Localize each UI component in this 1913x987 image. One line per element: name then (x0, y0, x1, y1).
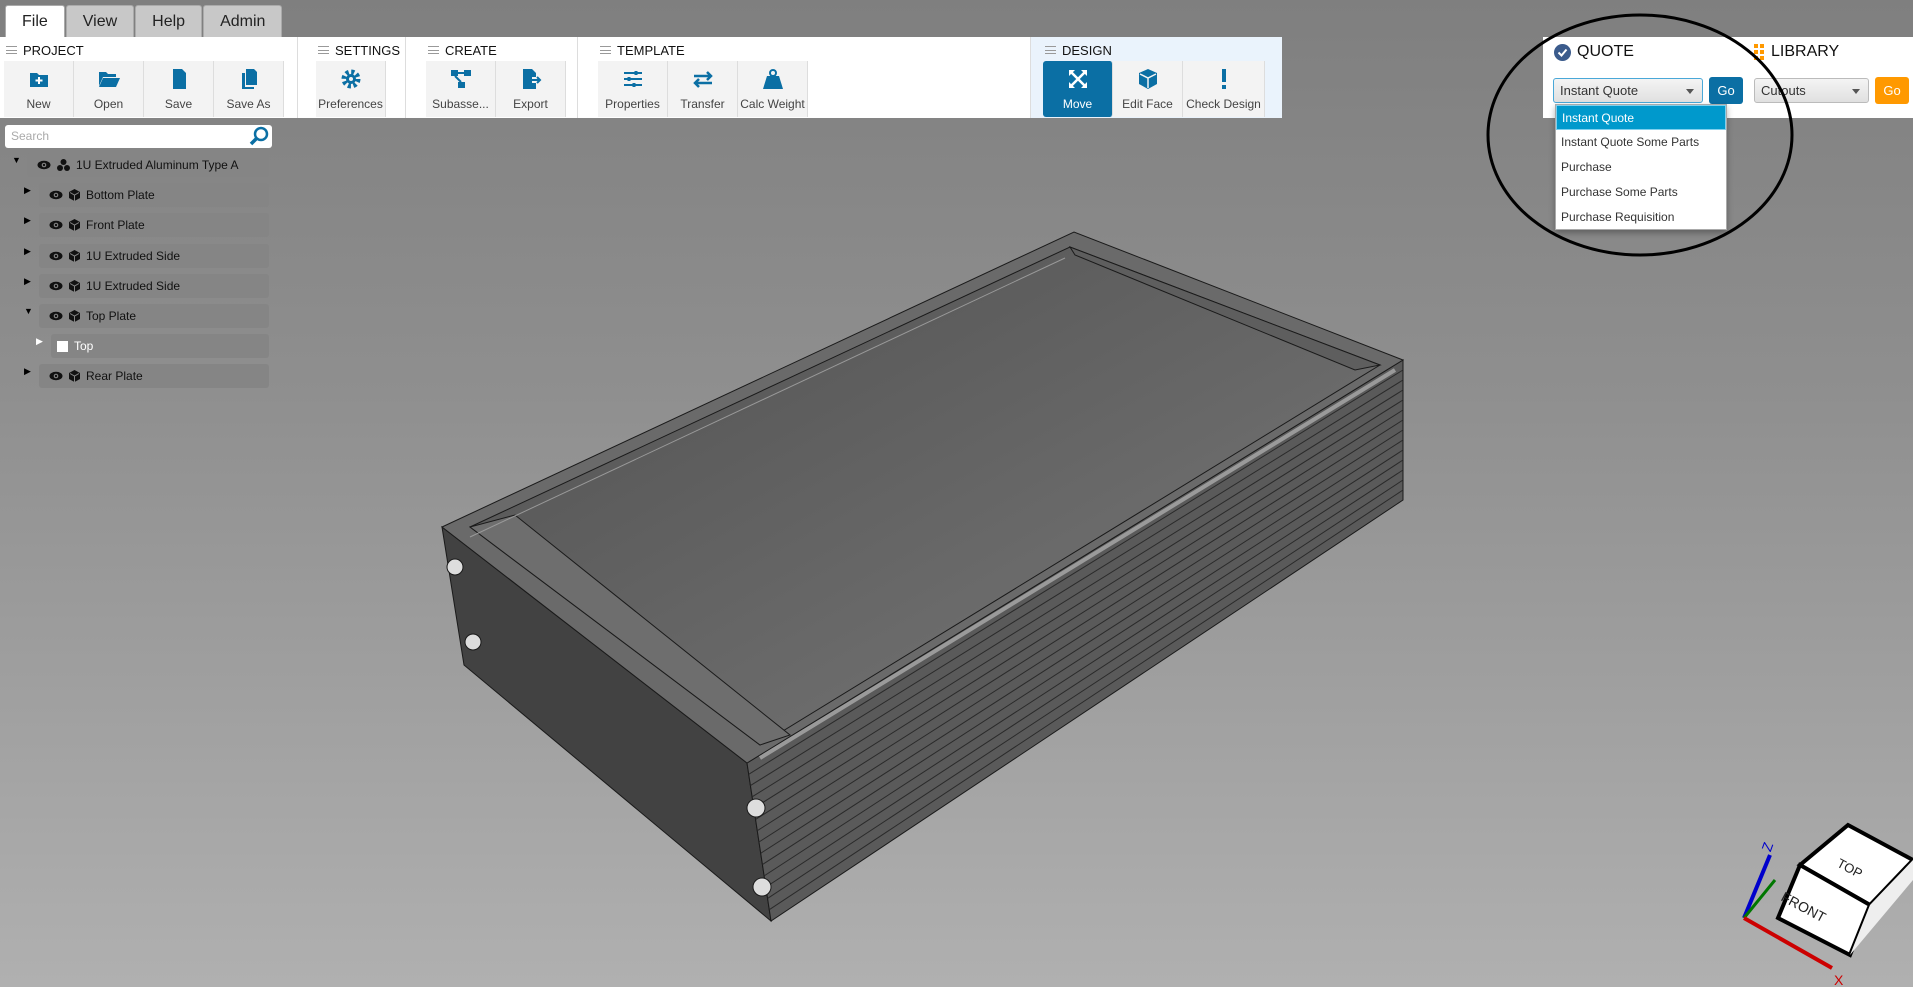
3d-viewport[interactable]: TOP FRONT X Z (0, 0, 1913, 987)
z-axis-label: Z (1758, 840, 1776, 854)
enclosure-model (441, 231, 1405, 923)
x-axis-label: X (1834, 972, 1844, 987)
navigation-cube[interactable]: TOP FRONT X Z (1742, 822, 1913, 987)
z-axis (1742, 854, 1772, 919)
